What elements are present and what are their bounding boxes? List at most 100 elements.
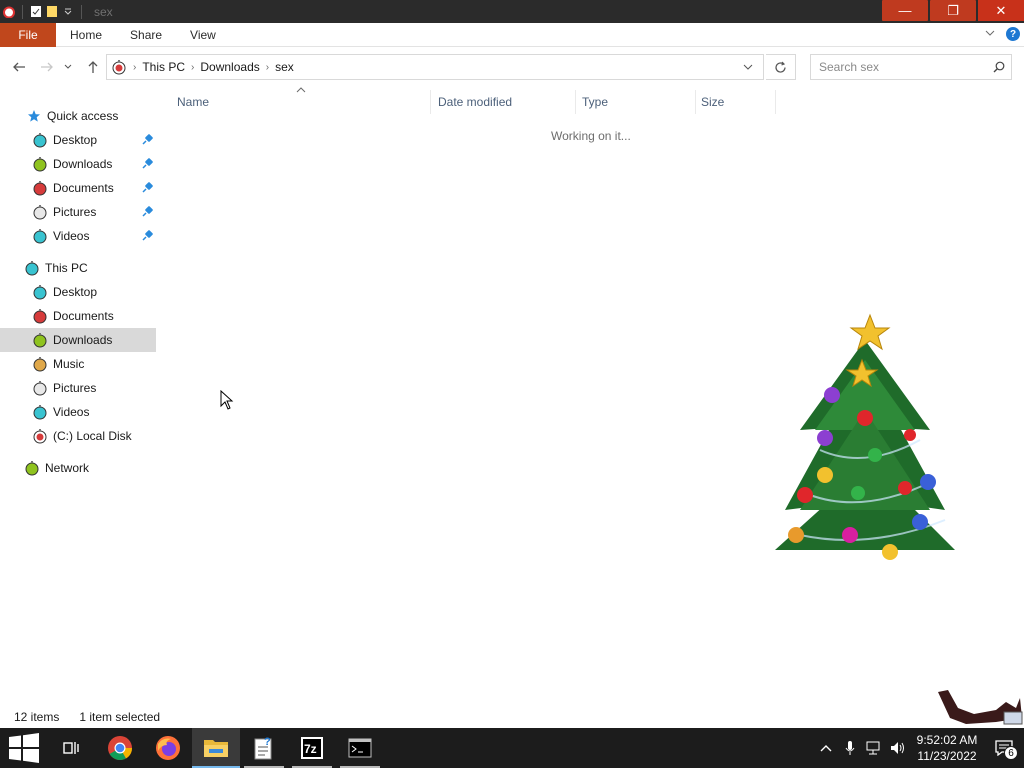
nav-label: Videos — [53, 229, 90, 243]
nav-quick-documents[interactable]: Documents — [0, 176, 156, 200]
start-button[interactable] — [0, 728, 48, 768]
tab-home[interactable]: Home — [56, 23, 116, 47]
taskbar-firefox[interactable] — [144, 728, 192, 768]
tab-view[interactable]: View — [176, 23, 230, 47]
search-input[interactable]: Search sex — [810, 54, 1012, 80]
microphone-icon[interactable] — [838, 728, 862, 768]
taskbar-help-document[interactable]: ? — [240, 728, 288, 768]
nav-pc-videos[interactable]: Videos — [0, 400, 156, 424]
action-center-button[interactable]: 6 — [984, 728, 1024, 768]
pin-icon[interactable] — [140, 181, 154, 195]
7zip-label: 7z — [304, 742, 317, 756]
nav-pc-local-disk[interactable]: (C:) Local Disk — [0, 424, 156, 448]
videos-ornament-icon — [32, 404, 48, 420]
recent-locations-button[interactable] — [60, 56, 76, 78]
item-count: 12 items — [14, 710, 60, 724]
pictures-ornament-icon — [32, 380, 48, 396]
music-ornament-icon — [32, 356, 48, 372]
column-header-size[interactable]: Size — [695, 90, 776, 114]
nav-label: Videos — [53, 405, 90, 419]
chevron-up-icon — [820, 745, 832, 752]
address-bar[interactable]: › This PC › Downloads › sex — [106, 54, 764, 80]
nav-pc-desktop[interactable]: Desktop — [0, 280, 156, 304]
nav-pc-pictures[interactable]: Pictures — [0, 376, 156, 400]
mouse-cursor-icon — [220, 390, 234, 410]
nav-quick-desktop[interactable]: Desktop — [0, 128, 156, 152]
new-folder-icon[interactable] — [45, 5, 59, 19]
column-header-name[interactable]: Name — [171, 90, 431, 114]
folder-ornament-icon[interactable] — [2, 5, 16, 19]
pin-icon[interactable] — [140, 229, 154, 243]
nav-quick-downloads[interactable]: Downloads — [0, 152, 156, 176]
breadcrumb-separator-icon: › — [265, 61, 270, 73]
taskbar-file-explorer[interactable] — [192, 728, 240, 768]
7zip-icon: 7z — [301, 737, 323, 759]
nav-pc-music[interactable]: Music — [0, 352, 156, 376]
desktop-ornament-icon — [32, 132, 48, 148]
nav-quick-access[interactable]: Quick access — [0, 104, 156, 128]
address-row: › This PC › Downloads › sex Search sex — [0, 48, 1024, 86]
navigation-pane: Quick access Desktop Downloads Documents… — [0, 104, 156, 704]
close-button[interactable]: ✕ — [978, 0, 1024, 21]
documents-ornament-icon — [32, 180, 48, 196]
nav-label: Pictures — [53, 205, 97, 219]
pin-icon[interactable] — [140, 133, 154, 147]
nav-quick-videos[interactable]: Videos — [0, 224, 156, 248]
search-placeholder: Search sex — [819, 60, 880, 74]
taskbar-7zip[interactable]: 7z — [288, 728, 336, 768]
clock[interactable]: 9:52:02 AM 11/23/2022 — [910, 732, 984, 764]
refresh-button[interactable] — [766, 54, 796, 80]
column-header-date-modified[interactable]: Date modified — [432, 90, 576, 114]
column-header-type[interactable]: Type — [576, 90, 696, 114]
forward-button[interactable] — [36, 56, 58, 78]
nav-label: Quick access — [47, 109, 119, 123]
nav-label: Music — [53, 357, 85, 371]
address-dropdown-button[interactable] — [733, 55, 763, 79]
title-bar: sex — ❐ ✕ — [0, 0, 1024, 23]
desktop-ornament-icon — [32, 284, 48, 300]
task-view-button[interactable] — [48, 728, 96, 768]
nav-label: (C:) Local Disk — [53, 429, 132, 443]
selection-count: 1 item selected — [79, 710, 161, 724]
this-pc-ornament-icon — [24, 260, 40, 276]
pin-icon[interactable] — [140, 205, 154, 219]
show-hidden-icons-button[interactable] — [814, 728, 838, 768]
nav-label: Documents — [53, 309, 114, 323]
tab-share[interactable]: Share — [116, 23, 176, 47]
taskbar-terminal[interactable] — [336, 728, 384, 768]
breadcrumb-sex[interactable]: sex — [271, 60, 298, 74]
network-icon[interactable] — [862, 728, 886, 768]
firefox-icon — [156, 736, 180, 760]
nav-network[interactable]: Network — [0, 456, 156, 480]
svg-text:?: ? — [264, 736, 271, 748]
chrome-icon — [108, 736, 132, 761]
volume-icon[interactable] — [886, 728, 910, 768]
clock-time: 9:52:02 AM — [916, 733, 978, 747]
pin-icon[interactable] — [140, 157, 154, 171]
properties-icon[interactable] — [29, 5, 43, 19]
system-tray: 9:52:02 AM 11/23/2022 6 — [814, 728, 1024, 768]
customize-toolbar-chevron-icon[interactable] — [61, 5, 75, 19]
nav-pc-documents[interactable]: Documents — [0, 304, 156, 328]
help-icon[interactable]: ? — [1006, 27, 1020, 41]
nav-quick-pictures[interactable]: Pictures — [0, 200, 156, 224]
taskbar-chrome[interactable] — [96, 728, 144, 768]
breadcrumb-downloads[interactable]: Downloads — [196, 60, 263, 74]
tab-file[interactable]: File — [0, 22, 56, 47]
clock-date: 11/23/2022 — [917, 749, 977, 763]
back-button[interactable] — [8, 56, 30, 78]
minimize-button[interactable]: — — [882, 0, 928, 21]
documents-ornament-icon — [32, 308, 48, 324]
expand-ribbon-chevron-icon[interactable] — [984, 27, 996, 41]
breadcrumb-this-pc[interactable]: This PC — [138, 60, 189, 74]
toolbar-separator — [81, 4, 82, 19]
search-icon[interactable] — [987, 61, 1011, 73]
nav-this-pc[interactable]: This PC — [0, 256, 156, 280]
forward-arrow-icon — [41, 62, 53, 72]
nav-pc-downloads[interactable]: Downloads — [0, 328, 156, 352]
maximize-button[interactable]: ❐ — [930, 0, 976, 21]
task-view-icon — [63, 742, 79, 754]
up-button[interactable] — [82, 56, 104, 78]
back-arrow-icon — [13, 62, 25, 72]
refresh-icon — [775, 61, 786, 73]
